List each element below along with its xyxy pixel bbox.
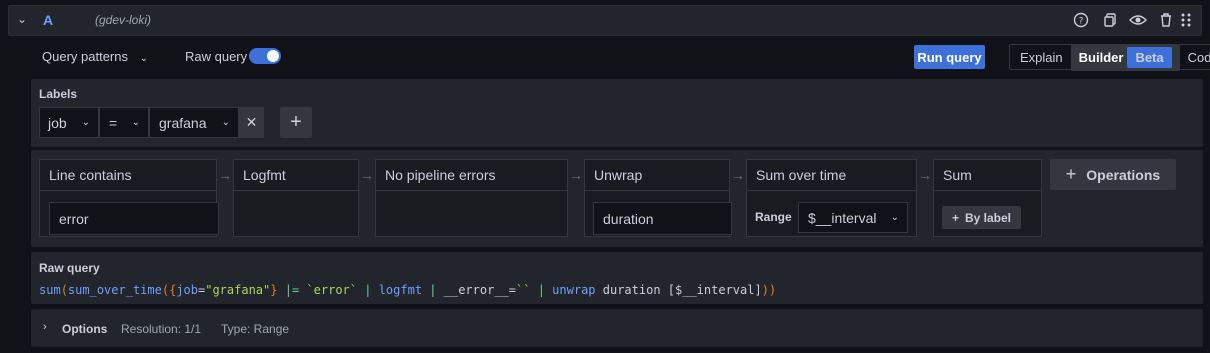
trash-icon[interactable] [1158,12,1174,31]
operation-unwrap: Unwrap duration [584,159,732,237]
arrow-right-icon: → [731,167,745,183]
operation-title: Sum [934,160,1041,191]
unwrap-input[interactable]: duration [593,202,732,235]
raw-query-title: Raw query [39,261,100,275]
plus-icon: + [951,210,959,225]
query-letter[interactable]: A [43,12,53,28]
plus-icon: + [290,111,302,133]
label-value-value: grafana [159,114,207,131]
label-operator-select[interactable]: = ⌄ [99,107,149,138]
options-resolution: Resolution: 1/1 [121,322,202,336]
add-operation-button[interactable]: + Operations [1050,159,1176,190]
by-label-text: By label [964,210,1012,225]
mode-explain[interactable]: Explain [1012,47,1071,68]
chevron-down-icon: ⌄ [131,117,140,128]
label-key-value: job [48,114,67,131]
options-title[interactable]: Options [62,322,107,336]
label-value-select[interactable]: grafana ⌄ [149,107,239,138]
operation-title: Unwrap [585,160,729,191]
raw-query-text: sum(sum_over_time({job="grafana"} |= `er… [39,283,777,297]
remove-label-button[interactable]: ✕ [239,107,264,138]
raw-query-label: Raw query [185,49,248,64]
chevron-down-icon: ⌄ [890,212,899,223]
add-operation-label: Operations [1086,166,1161,183]
operation-line-contains: Line contains error [39,159,219,237]
operation-no-pipeline-errors: No pipeline errors [375,159,568,237]
help-icon[interactable]: ? [1073,12,1089,31]
add-label-button[interactable]: + [280,107,312,138]
query-row-header [8,5,1202,36]
range-select[interactable]: $__interval ⌄ [798,202,908,233]
options-type: Type: Range [221,322,290,336]
arrow-right-icon: → [569,167,583,183]
collapse-chevron-icon[interactable]: ⌄ [17,12,27,26]
toggle-knob [267,50,279,62]
arrow-right-icon: → [918,167,932,183]
operation-logfmt: Logfmt [233,159,359,237]
close-icon: ✕ [245,114,258,130]
chevron-down-icon: ⌄ [81,117,90,128]
run-query-button[interactable]: Run query [914,45,985,69]
line-contains-input[interactable]: error [49,202,219,235]
mode-code[interactable]: Code [1180,47,1210,68]
beta-badge: Beta [1127,46,1172,68]
svg-text:?: ? [1079,17,1084,27]
label-key-select[interactable]: job ⌄ [39,107,99,138]
chevron-right-icon[interactable]: › [43,321,47,333]
plus-icon: + [1065,164,1077,184]
operation-title: Logfmt [234,160,358,191]
operation-sum: Sum + By label [933,159,1042,237]
copy-icon[interactable] [1102,12,1118,31]
operation-title: Sum over time [747,160,916,191]
operation-title: Line contains [40,160,216,191]
operation-sum-over-time: Sum over time Range $__interval ⌄ [746,159,917,237]
operation-title: No pipeline errors [376,160,567,191]
mode-builder-label: Builder [1078,49,1124,65]
arrow-right-icon: → [218,167,232,183]
arrow-right-icon: → [360,167,374,183]
by-label-button[interactable]: + By label [942,206,1021,229]
label-operator-value: = [109,114,118,131]
eye-icon[interactable] [1129,12,1147,31]
query-patterns-label: Query patterns [42,49,128,64]
chevron-down-icon: ⌄ [139,53,149,64]
datasource-name: (gdev-loki) [95,13,152,27]
raw-query-toggle[interactable] [249,48,281,64]
range-value: $__interval [808,209,877,226]
options-panel[interactable] [31,309,1203,347]
drag-handle-icon[interactable] [1181,12,1191,31]
query-patterns-dropdown[interactable]: Query patterns ⌄ [42,49,148,64]
editor-mode-switch: Explain BuilderBeta Code [1009,43,1210,71]
labels-title: Labels [39,87,78,101]
chevron-down-icon: ⌄ [221,117,230,128]
range-label: Range [755,210,792,224]
mode-builder[interactable]: Builder Beta [1070,43,1180,71]
